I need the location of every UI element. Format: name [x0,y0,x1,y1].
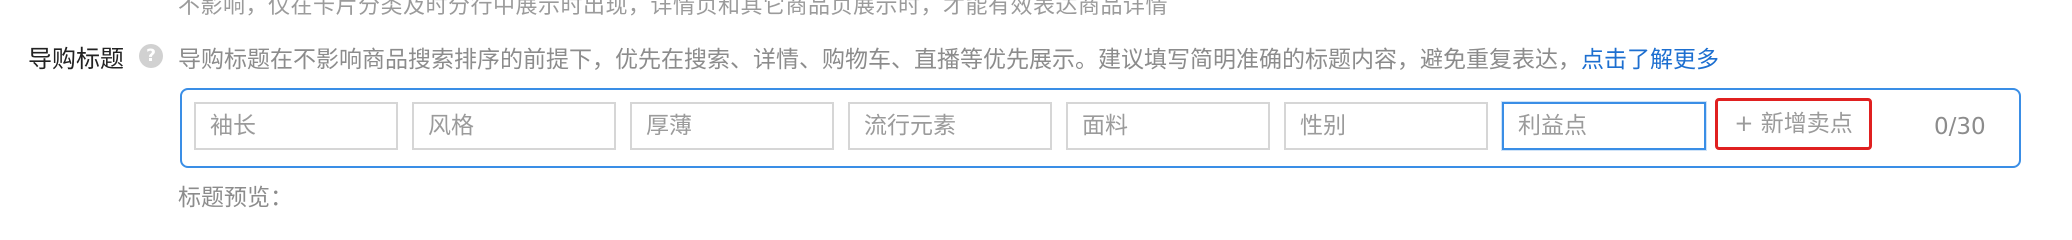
tag-input-style[interactable]: 风格 [412,102,616,150]
tag-input-trend-elements[interactable]: 流行元素 [848,102,1052,150]
tag-input-thickness[interactable]: 厚薄 [630,102,834,150]
tag-input-sleeve-length[interactable]: 袖长 [194,102,398,150]
help-text: 导购标题在不影响商品搜索排序的前提下，优先在搜索、详情、购物车、直播等优先展示。… [178,40,1719,74]
tag-input-fabric[interactable]: 面料 [1066,102,1270,150]
tag-input-gender[interactable]: 性别 [1284,102,1488,150]
learn-more-link[interactable]: 点击了解更多 [1581,47,1719,73]
top-partial-text: 不影响，仅在卡片分类及时分行中展示时出现，详情页和其它商品页展示时，才能有效表达… [178,0,1169,19]
selling-points-box: 袖长 风格 厚薄 流行元素 面料 性别 利益点 + 新增卖点 0/30 [180,88,2021,168]
tag-input-benefit-point[interactable]: 利益点 [1502,102,1706,150]
help-icon[interactable]: ? [139,44,163,68]
guide-title-section: 不影响，仅在卡片分类及时分行中展示时出现，详情页和其它商品页展示时，才能有效表达… [0,0,2072,232]
title-preview-label: 标题预览： [178,185,293,211]
help-description: 导购标题在不影响商品搜索排序的前提下，优先在搜索、详情、购物车、直播等优先展示。… [178,47,1581,73]
character-counter: 0/30 [1934,114,1986,140]
field-label: 导购标题 [28,45,124,73]
add-selling-point-button[interactable]: + 新增卖点 [1715,98,1872,150]
